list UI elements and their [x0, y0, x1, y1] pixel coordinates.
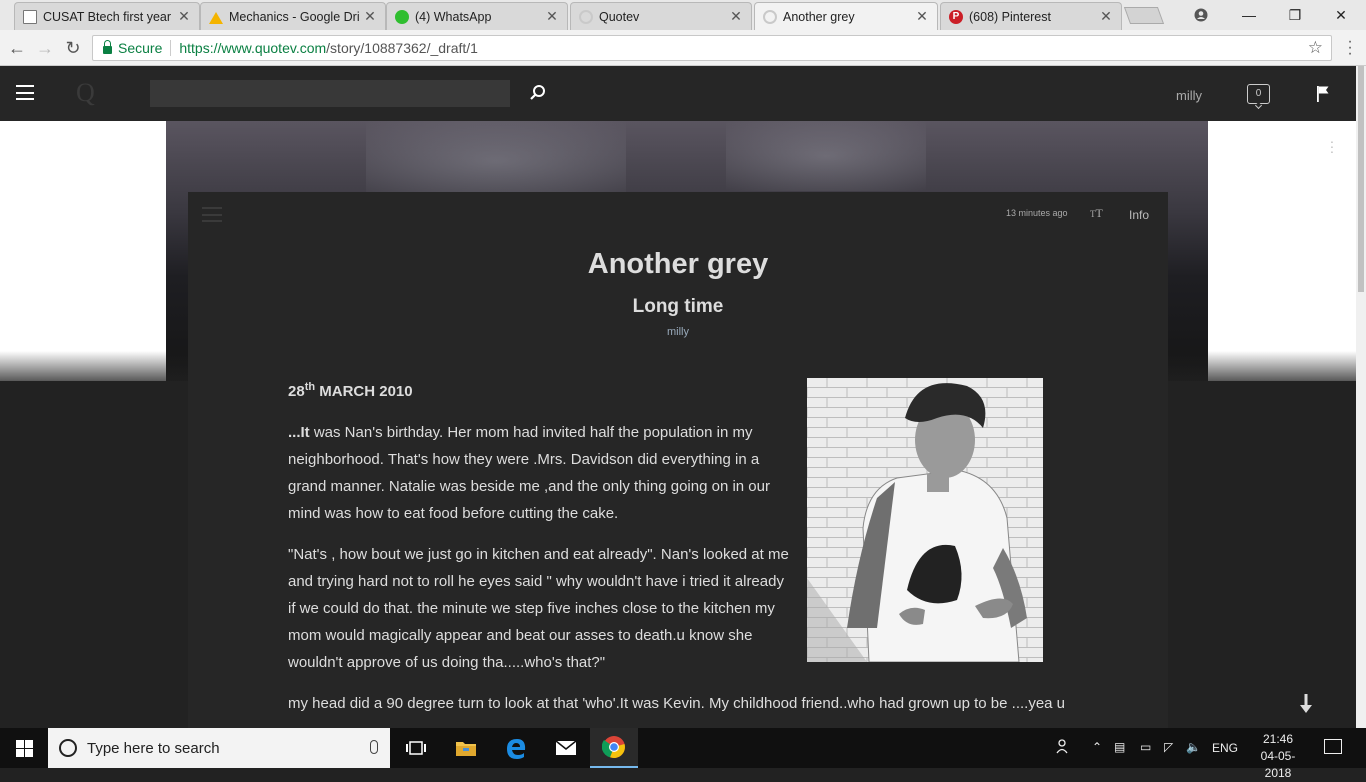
new-tab-button[interactable]	[1123, 7, 1165, 24]
page-body: · · · 13 minutes ago TT Info Another grey …	[0, 121, 1356, 728]
paragraph-text: was Nan's birthday. Her mom had invited …	[288, 424, 770, 522]
search-icon[interactable]	[529, 84, 547, 102]
tab-another-grey[interactable]: Another grey ✕	[754, 2, 938, 30]
people-icon[interactable]	[1056, 738, 1072, 757]
last-saved-timestamp: 13 minutes ago	[1006, 208, 1068, 218]
browser-menu-icon[interactable]: · · ·	[1342, 34, 1358, 62]
arrow-down-icon[interactable]	[1298, 693, 1314, 715]
pinterest-icon: P	[949, 9, 963, 24]
volume-icon[interactable]: 🔈	[1186, 740, 1201, 754]
address-bar[interactable]: Secure https://www.quotev.com/story/1088…	[92, 35, 1332, 61]
side-panel-left	[0, 121, 166, 381]
lock-icon	[103, 39, 112, 54]
edge-browser-icon[interactable]	[492, 728, 540, 768]
power-plug-icon[interactable]: ▭	[1140, 740, 1151, 754]
google-drive-icon	[209, 10, 223, 24]
story-date: 28th MARCH 2010	[288, 378, 1078, 405]
cortana-icon	[59, 739, 77, 757]
tab-whatsapp[interactable]: (4) WhatsApp ✕	[386, 2, 568, 30]
secure-label: Secure	[118, 40, 163, 56]
tab-title: (608) Pinterest	[969, 9, 1051, 24]
browser-toolbar: ← → ↻ Secure https://www.quotev.com/stor…	[0, 30, 1366, 66]
tab-cusat[interactable]: CUSAT Btech first year n ✕	[14, 2, 200, 30]
url-host: https://www.quotev.com	[179, 40, 327, 56]
url-path: /story/10887362/_draft/1	[326, 40, 478, 56]
file-explorer-icon[interactable]	[442, 728, 490, 768]
quotev-logo[interactable]: Q	[76, 78, 95, 108]
minimize-button[interactable]: —	[1226, 0, 1272, 30]
action-center-icon[interactable]	[1324, 739, 1342, 754]
divider	[170, 40, 172, 56]
microphone-icon[interactable]	[370, 740, 378, 754]
scrollbar-thumb[interactable]	[1358, 66, 1364, 292]
tab-pinterest[interactable]: P (608) Pinterest ✕	[940, 2, 1122, 30]
side-panel-right	[1208, 121, 1356, 381]
quotev-icon	[579, 9, 593, 24]
chevron-up-icon[interactable]: ⌃	[1092, 740, 1102, 754]
task-view-icon[interactable]	[392, 728, 440, 768]
language-indicator[interactable]: ENG	[1212, 741, 1238, 755]
close-icon[interactable]: ✕	[545, 8, 559, 25]
document-icon	[23, 9, 37, 24]
taskbar-search-box[interactable]: Type here to search	[48, 728, 390, 768]
paragraph: my head did a 90 degree turn to look at …	[288, 695, 1066, 712]
chapter-menu-icon[interactable]	[202, 207, 222, 222]
clock-time: 21:46	[1262, 732, 1294, 746]
forward-icon[interactable]: →	[34, 37, 56, 59]
flag-icon[interactable]	[1316, 85, 1330, 103]
tab-title: Mechanics - Google Dri	[229, 9, 359, 24]
restore-button[interactable]: ❐	[1272, 0, 1318, 30]
battery-icon[interactable]: ▤	[1114, 740, 1125, 754]
tab-title: CUSAT Btech first year n	[43, 9, 173, 24]
author-link[interactable]: milly	[188, 326, 1168, 338]
windows-taskbar: Type here to search ⌃ ▤ ▭ ◸ 🔈 ENG 21:46 …	[0, 728, 1366, 780]
tab-title: Another grey	[783, 9, 855, 24]
close-icon[interactable]: ✕	[915, 8, 929, 25]
tab-title: Quotev	[599, 9, 640, 24]
profile-icon[interactable]	[1178, 0, 1224, 30]
paragraph: ...It was Nan's birthday. Her mom had in…	[288, 419, 794, 527]
username-link[interactable]: milly	[1176, 88, 1202, 103]
site-header: Q milly 0	[0, 66, 1356, 121]
whatsapp-icon	[395, 9, 409, 24]
windows-start-icon[interactable]	[0, 728, 48, 768]
taskbar-clock[interactable]: 21:46 04-05-2018	[1252, 731, 1304, 782]
close-icon[interactable]: ✕	[1099, 8, 1113, 25]
paragraph-lead: ...It	[288, 424, 310, 441]
text-size-icon[interactable]: TT	[1090, 206, 1103, 221]
text-size-big: T	[1095, 206, 1103, 220]
story-title: Another grey	[587, 248, 769, 280]
story-reader-card: 13 minutes ago TT Info Another grey Long…	[188, 192, 1168, 728]
close-window-button[interactable]: ✕	[1318, 0, 1364, 30]
bookmark-star-icon[interactable]: ☆	[1308, 38, 1323, 58]
paragraph: "Nat's , how bout we just go in kitchen …	[288, 546, 789, 671]
hamburger-menu-icon[interactable]	[16, 85, 34, 100]
mail-icon[interactable]	[542, 728, 590, 768]
notifications-button[interactable]: 0	[1247, 84, 1270, 104]
tab-quotev[interactable]: Quotev ✕	[570, 2, 752, 30]
close-icon[interactable]: ✕	[363, 8, 377, 25]
back-icon[interactable]: ←	[6, 37, 28, 59]
story-text: 28th MARCH 2010 ...It was Nan's birthday…	[288, 378, 1078, 728]
clock-date: 04-05-2018	[1260, 749, 1296, 780]
site-search-input[interactable]	[150, 80, 510, 107]
info-button[interactable]: Info	[1129, 208, 1149, 222]
page-options-icon[interactable]: · · ·	[1327, 134, 1337, 158]
chrome-icon[interactable]	[590, 728, 638, 768]
browser-tab-strip: CUSAT Btech first year n ✕ Mechanics - G…	[0, 0, 1366, 30]
close-icon[interactable]: ✕	[177, 8, 191, 25]
date-suffix: th	[304, 381, 316, 393]
wifi-icon[interactable]: ◸	[1164, 740, 1173, 754]
chapter-title: Long time	[632, 296, 724, 317]
quotev-icon	[763, 9, 777, 24]
taskbar-search-placeholder: Type here to search	[87, 739, 220, 757]
page-scrollbar[interactable]	[1356, 66, 1366, 728]
tab-title: (4) WhatsApp	[415, 9, 492, 24]
date-rest: MARCH 2010	[315, 383, 413, 400]
date-day: 28	[288, 383, 305, 400]
tab-mechanics[interactable]: Mechanics - Google Dri ✕	[200, 2, 386, 30]
close-icon[interactable]: ✕	[729, 8, 743, 25]
reload-icon[interactable]: ↻	[62, 37, 84, 59]
